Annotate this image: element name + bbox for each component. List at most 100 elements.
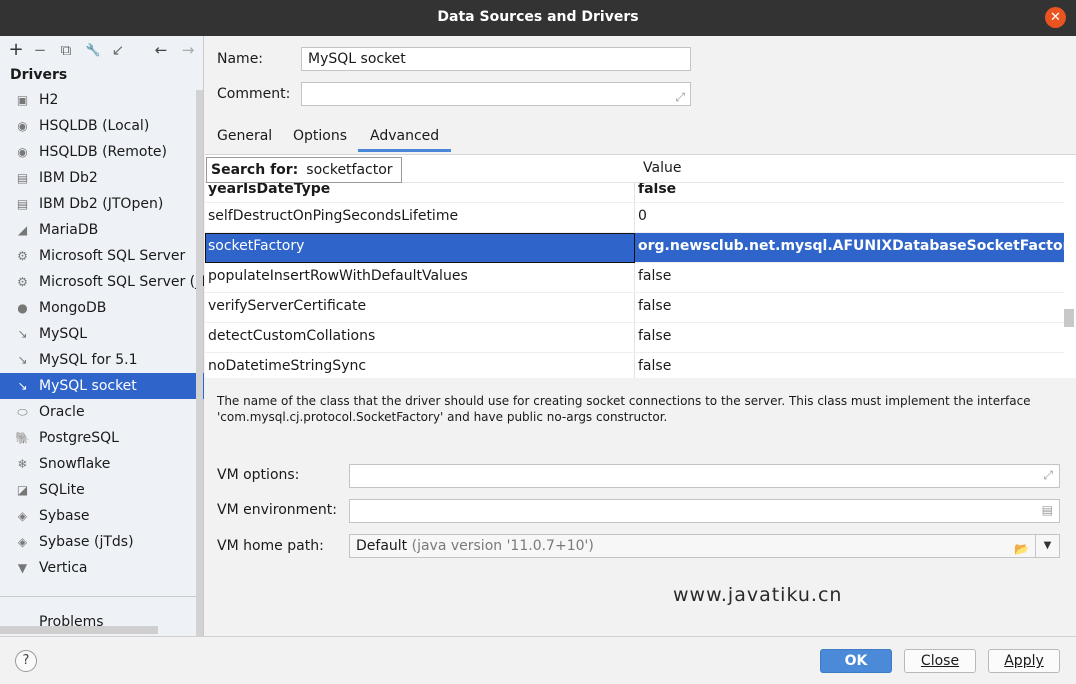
driver-item-vertica[interactable]: ▼ Vertica	[0, 555, 204, 581]
driver-settings-panel: Name: MySQL socket Comment: ⤢ General Op…	[205, 36, 1076, 636]
comment-field[interactable]: ⤢	[301, 82, 691, 106]
snowflake-icon: ❄	[17, 457, 28, 471]
driver-label: IBM Db2	[39, 170, 98, 186]
mysql-icon: ↘	[17, 379, 28, 393]
name-label: Name:	[217, 51, 264, 67]
table-row[interactable]: verifyServerCertificate false	[205, 293, 1064, 323]
driver-label: Oracle	[39, 404, 85, 420]
close-window-icon[interactable]: ✕	[1045, 7, 1066, 28]
wrench-icon[interactable]: 🔧	[84, 40, 102, 60]
property-value[interactable]: false	[638, 358, 671, 374]
property-rows: yearIsDateType false selfDestructOnPingSe…	[205, 181, 1076, 378]
table-row[interactable]: populateInsertRowWithDefaultValues false	[205, 263, 1064, 293]
property-value[interactable]: false	[638, 298, 671, 314]
driver-item-postgresql[interactable]: 🐘 PostgreSQL	[0, 425, 204, 451]
driver-item-hsqldb-local[interactable]: ◉ HSQLDB (Local)	[0, 113, 204, 139]
driver-label: SQLite	[39, 482, 85, 498]
help-button[interactable]: ?	[15, 650, 37, 672]
property-value[interactable]: false	[638, 268, 671, 284]
sidebar-toolbar: + − ⧉ 🔧 ↙ ← →	[0, 36, 204, 64]
driver-item-ibm-db2[interactable]: ▤ IBM Db2	[0, 165, 204, 191]
driver-label: IBM Db2 (JTOpen)	[39, 196, 164, 212]
sidebar-horizontal-scrollbar[interactable]	[0, 626, 158, 634]
folder-icon[interactable]: 📂	[1014, 538, 1029, 560]
name-field[interactable]: MySQL socket	[301, 47, 691, 71]
mssql-icon: ⚙	[17, 249, 28, 263]
driver-list: ▣ H2 ◉ HSQLDB (Local) ◉ HSQLDB (Remote) ▤ IB…	[0, 87, 204, 581]
table-scrollbar-thumb[interactable]	[1064, 309, 1074, 327]
document-icon[interactable]: ▤	[1042, 503, 1053, 517]
table-row[interactable]: noDatetimeStringSync false	[205, 353, 1064, 378]
vm-options-label: VM options:	[217, 467, 300, 483]
tab-options[interactable]: Options	[281, 124, 359, 152]
ok-button[interactable]: OK	[820, 649, 892, 673]
h2-icon: ▣	[16, 93, 29, 107]
driver-item-mssql[interactable]: ⚙ Microsoft SQL Server	[0, 243, 204, 269]
forward-icon[interactable]: →	[179, 40, 197, 60]
close-button-label: Close	[920, 653, 960, 669]
driver-label: MariaDB	[39, 222, 99, 238]
tab-advanced[interactable]: Advanced	[358, 124, 452, 152]
value-column-header[interactable]: Value	[643, 160, 681, 176]
table-row[interactable]: yearIsDateType false	[205, 181, 1064, 203]
duplicate-icon[interactable]: ⧉	[57, 40, 75, 60]
driver-item-hsqldb-remote[interactable]: ◉ HSQLDB (Remote)	[0, 139, 204, 165]
speed-search-popup[interactable]: Search for: socketfactor	[206, 157, 402, 183]
driver-item-mysql[interactable]: ↘ MySQL	[0, 321, 204, 347]
go-to-icon[interactable]: ↙	[109, 40, 127, 60]
search-label: Search for:	[211, 162, 299, 178]
driver-item-sqlite[interactable]: ◪ SQLite	[0, 477, 204, 503]
driver-item-sybase[interactable]: ◈ Sybase	[0, 503, 204, 529]
driver-item-mssql-jtds[interactable]: ⚙ Microsoft SQL Server (jTds)	[0, 269, 204, 295]
property-description: The name of the class that the driver sh…	[217, 394, 1031, 424]
driver-label: MySQL for 5.1	[39, 352, 138, 368]
expand-icon[interactable]: ⤢	[675, 86, 685, 108]
back-icon[interactable]: ←	[152, 40, 170, 60]
driver-label: Vertica	[39, 560, 88, 576]
property-value[interactable]: false	[638, 181, 676, 197]
expand-icon[interactable]: ⤢	[1043, 468, 1053, 483]
driver-item-ibm-db2-jtopen[interactable]: ▤ IBM Db2 (JTOpen)	[0, 191, 204, 217]
driver-item-snowflake[interactable]: ❄ Snowflake	[0, 451, 204, 477]
advanced-properties-table: yearIsDateType false selfDestructOnPingSe…	[205, 154, 1076, 378]
property-value[interactable]: false	[638, 328, 671, 344]
chevron-down-icon[interactable]: ▼	[1035, 535, 1059, 557]
property-key: detectCustomCollations	[208, 328, 376, 344]
vm-environment-label: VM environment:	[217, 502, 337, 518]
driver-label: Snowflake	[39, 456, 111, 472]
table-row[interactable]: detectCustomCollations false	[205, 323, 1064, 353]
driver-label: HSQLDB (Remote)	[39, 144, 168, 160]
comment-label: Comment:	[217, 86, 291, 102]
vm-options-field[interactable]: ⤢	[349, 464, 1060, 488]
search-query[interactable]: socketfactor	[306, 162, 392, 178]
drivers-sidebar: + − ⧉ 🔧 ↙ ← → Drivers ▣ H2 ◉ HSQLDB (Local…	[0, 36, 204, 638]
driver-label: MongoDB	[39, 300, 107, 316]
vm-environment-field[interactable]: ▤	[349, 499, 1060, 523]
driver-item-h2[interactable]: ▣ H2	[0, 87, 204, 113]
driver-label: PostgreSQL	[39, 430, 119, 446]
table-row[interactable]: selfDestructOnPingSecondsLifetime 0	[205, 203, 1064, 233]
close-button[interactable]: Close	[904, 649, 976, 673]
driver-item-sybase-jtds[interactable]: ◈ Sybase (jTds)	[0, 529, 204, 555]
driver-label: Sybase (jTds)	[39, 534, 134, 550]
mssql-icon: ⚙	[17, 275, 28, 289]
sidebar-vertical-scrollbar[interactable]	[196, 90, 203, 638]
vm-home-path-combo[interactable]: Default (java version '11.0.7+10') 📂 ▼	[349, 534, 1060, 558]
drivers-heading: Drivers	[10, 67, 68, 83]
vertica-icon: ▼	[17, 561, 28, 575]
driver-item-mongodb[interactable]: ● MongoDB	[0, 295, 204, 321]
driver-item-mysql-socket[interactable]: ↘ MySQL socket	[0, 373, 204, 399]
add-icon[interactable]: +	[7, 40, 25, 60]
ibm-icon: ▤	[16, 197, 29, 211]
remove-icon[interactable]: −	[31, 40, 49, 60]
property-value[interactable]: 0	[638, 208, 647, 224]
apply-button[interactable]: Apply	[988, 649, 1060, 673]
driver-item-oracle[interactable]: ⬭ Oracle	[0, 399, 204, 425]
property-value[interactable]: org.newsclub.net.mysql.AFUNIXDatabaseSoc…	[638, 238, 1076, 254]
table-row-selected[interactable]: socketFactory org.newsclub.net.mysql.AFUN…	[205, 233, 1076, 263]
driver-item-mariadb[interactable]: ◢ MariaDB	[0, 217, 204, 243]
driver-item-mysql-5-1[interactable]: ↘ MySQL for 5.1	[0, 347, 204, 373]
sybase-icon: ◈	[17, 535, 28, 549]
vm-home-path-label: VM home path:	[217, 538, 324, 554]
tab-general[interactable]: General	[205, 124, 284, 152]
